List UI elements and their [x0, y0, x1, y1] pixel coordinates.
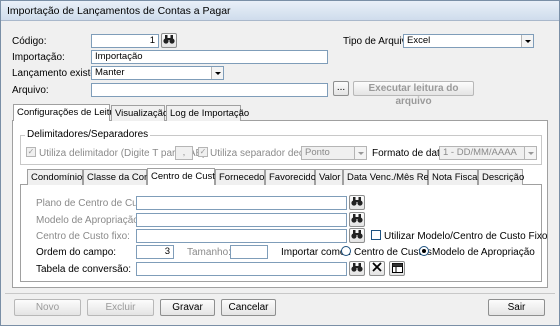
subtab-valor-label: Valor — [319, 172, 341, 183]
plano-cc-field[interactable] — [136, 196, 347, 210]
subtab-centro-custos[interactable]: Centro de Custos — [147, 168, 225, 185]
subtab-condominios-label: Condomínios — [31, 172, 87, 183]
subtab-data-venc[interactable]: Data Venc./Mês Ref. — [343, 169, 434, 185]
browse-button[interactable]: ... — [333, 81, 349, 96]
centro-fixo-label: Centro de Custo fixo: — [36, 231, 130, 242]
import-window: Importação de Lançamentos de Contas a Pa… — [0, 0, 560, 326]
separador-select[interactable]: Ponto — [301, 146, 367, 160]
tipo-arquivo-select[interactable]: Excel — [403, 34, 534, 48]
tab-log[interactable]: Log de Importação — [166, 105, 249, 121]
radio-modelo-apropriacao-label: Modelo de Apropriação — [432, 247, 535, 258]
window-title: Importação de Lançamentos de Contas a Pa… — [7, 5, 231, 17]
subtab-fornecedor-label: Fornecedor — [219, 172, 268, 183]
subtab-descricao[interactable]: Descrição — [478, 169, 525, 185]
subtab-nota-fiscal[interactable]: Nota Fiscal — [428, 169, 480, 185]
subtab-favorecido[interactable]: Favorecido — [265, 169, 316, 185]
subtab-fornecedor[interactable]: Fornecedor — [215, 169, 268, 185]
tab-visualizacao-label: Visualização — [115, 108, 169, 119]
chevron-down-icon — [524, 147, 536, 159]
table-edit-icon[interactable] — [389, 261, 405, 276]
cancelar-button[interactable]: Cancelar — [221, 299, 276, 316]
importacao-label: Importação: — [12, 52, 65, 63]
close-icon[interactable] — [369, 261, 385, 276]
arquivo-label: Arquivo: — [12, 85, 49, 96]
radio-modelo-apropriacao[interactable] — [419, 246, 429, 256]
utiliza-delimitador-checkbox[interactable]: ✓ — [26, 147, 36, 157]
chevron-down-icon — [521, 35, 533, 47]
subtab-descricao-label: Descrição — [482, 172, 525, 183]
tab-visualizacao[interactable]: Visualização — [111, 105, 169, 121]
formato-data-select[interactable]: 1 - DD/MM/AAAA — [439, 146, 537, 160]
codigo-label: Código: — [12, 36, 47, 47]
tamanho-label: Tamanho: — [187, 247, 231, 258]
importacao-field[interactable]: Importação — [91, 50, 328, 64]
tabela-conversao-field[interactable] — [136, 262, 347, 276]
utilizar-modelo-checkbox[interactable] — [371, 230, 381, 240]
delimitador-field[interactable]: , — [175, 146, 193, 160]
tab-configuracoes[interactable]: Configurações de Leitura — [13, 104, 123, 121]
tabela-conversao-label: Tabela de conversão: — [36, 264, 132, 275]
tab-log-label: Log de Importação — [170, 108, 250, 119]
arquivo-field[interactable] — [91, 83, 328, 97]
tamanho-field[interactable] — [230, 245, 268, 259]
subtab-nota-fiscal-label: Nota Fiscal — [432, 172, 480, 183]
utiliza-separador-checkbox[interactable]: ✓ — [198, 147, 208, 157]
formato-data-label: Formato de data: — [372, 148, 449, 159]
binoculars-search-icon[interactable] — [349, 212, 365, 227]
subtab-valor[interactable]: Valor — [315, 169, 343, 185]
modelo-apropriacao-label: Modelo de Apropriação: — [36, 215, 142, 226]
codigo-field[interactable]: 1 — [91, 34, 159, 48]
delimitadores-group-label: Delimitadores/Separadores — [25, 129, 151, 140]
excluir-button[interactable]: Excluir — [87, 299, 154, 316]
lancamento-select[interactable]: Manter — [91, 66, 224, 80]
binoculars-search-icon[interactable] — [349, 261, 365, 276]
formato-data-value: 1 - DD/MM/AAAA — [443, 147, 517, 158]
subtab-classe-conta[interactable]: Classe da Conta — [83, 169, 157, 185]
utilizar-modelo-label: Utilizar Modelo/Centro de Custo Fixo — [384, 231, 548, 242]
subtab-favorecido-label: Favorecido — [269, 172, 316, 183]
centro-fixo-field[interactable] — [136, 229, 347, 243]
sair-button[interactable]: Sair — [488, 299, 545, 316]
subtab-condominios[interactable]: Condomínios — [27, 169, 87, 185]
divider — [5, 293, 555, 294]
title-bar: Importação de Lançamentos de Contas a Pa… — [1, 1, 559, 21]
chevron-down-icon — [354, 147, 366, 159]
subtab-centro-custos-label: Centro de Custos — [151, 171, 225, 182]
ordem-campo-field[interactable]: 3 — [136, 245, 174, 259]
modelo-apropriacao-field[interactable] — [136, 213, 347, 227]
tipo-arquivo-value: Excel — [407, 35, 431, 46]
radio-centro-custos[interactable] — [341, 246, 351, 256]
lancamento-value: Manter — [95, 67, 125, 78]
subtab-data-venc-label: Data Venc./Mês Ref. — [347, 172, 435, 183]
separador-value: Ponto — [305, 147, 330, 158]
novo-button[interactable]: Novo — [14, 299, 81, 316]
ordem-campo-label: Ordem do campo: — [36, 247, 117, 258]
executar-leitura-button[interactable]: Executar leitura do arquivo — [353, 81, 474, 107]
gravar-button[interactable]: Gravar — [160, 299, 215, 316]
tab-configuracoes-label: Configurações de Leitura — [17, 107, 124, 118]
chevron-down-icon — [211, 67, 223, 79]
binoculars-search-icon[interactable] — [349, 228, 365, 243]
binoculars-search-icon[interactable] — [161, 33, 177, 48]
binoculars-search-icon[interactable] — [349, 195, 365, 210]
